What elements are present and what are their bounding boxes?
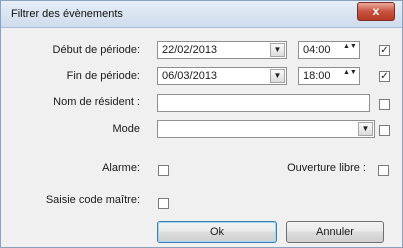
debut-date-dropdown[interactable]: 22/02/2013 ▼ [157, 41, 287, 59]
debut-time-value: 04:00 [303, 44, 331, 56]
fin-date-dropdown[interactable]: 06/03/2013 ▼ [157, 67, 287, 85]
chevron-down-icon[interactable]: ▼ [270, 43, 285, 57]
nom-resident-checkbox[interactable] [379, 99, 390, 110]
spin-arrows-icon[interactable]: ▲▼ [343, 69, 357, 83]
ouverture-libre-label: Ouverture libre : [287, 162, 366, 174]
chevron-down-icon[interactable]: ▼ [358, 122, 373, 136]
title-bar: Filtrer des évènements x [1, 1, 402, 28]
mode-checkbox[interactable] [379, 125, 390, 136]
saisie-code-maitre-label: Saisie code maître: [45, 194, 140, 206]
fin-date-value: 06/03/2013 [162, 70, 218, 82]
ouverture-libre-checkbox[interactable] [378, 165, 389, 176]
saisie-code-maitre-checkbox[interactable] [158, 198, 169, 209]
mode-dropdown[interactable]: ▼ [157, 120, 375, 138]
annuler-button[interactable]: Annuler [286, 221, 384, 243]
debut-checkbox[interactable]: ✓ [379, 45, 390, 56]
dialog-title: Filtrer des évènements [11, 8, 123, 20]
alarme-label: Alarme: [102, 162, 140, 174]
fin-periode-label: Fin de période: [66, 70, 140, 82]
nom-resident-input[interactable] [157, 94, 370, 112]
close-button[interactable]: x [357, 2, 395, 21]
ok-button[interactable]: Ok [157, 221, 277, 243]
alarme-checkbox[interactable] [158, 165, 169, 176]
spin-arrows-icon[interactable]: ▲▼ [343, 43, 357, 57]
nom-resident-label: Nom de résident : [53, 96, 140, 108]
debut-periode-label: Début de période: [52, 44, 140, 56]
chevron-down-icon[interactable]: ▼ [270, 69, 285, 83]
mode-label: Mode [112, 123, 140, 135]
fin-time-spinner[interactable]: 18:00 ▲▼ [298, 67, 360, 85]
debut-date-value: 22/02/2013 [162, 44, 218, 56]
filter-dialog: Filtrer des évènements x Début de périod… [0, 0, 403, 248]
debut-time-spinner[interactable]: 04:00 ▲▼ [298, 41, 360, 59]
fin-time-value: 18:00 [303, 70, 331, 82]
fin-checkbox[interactable]: ✓ [379, 71, 390, 82]
